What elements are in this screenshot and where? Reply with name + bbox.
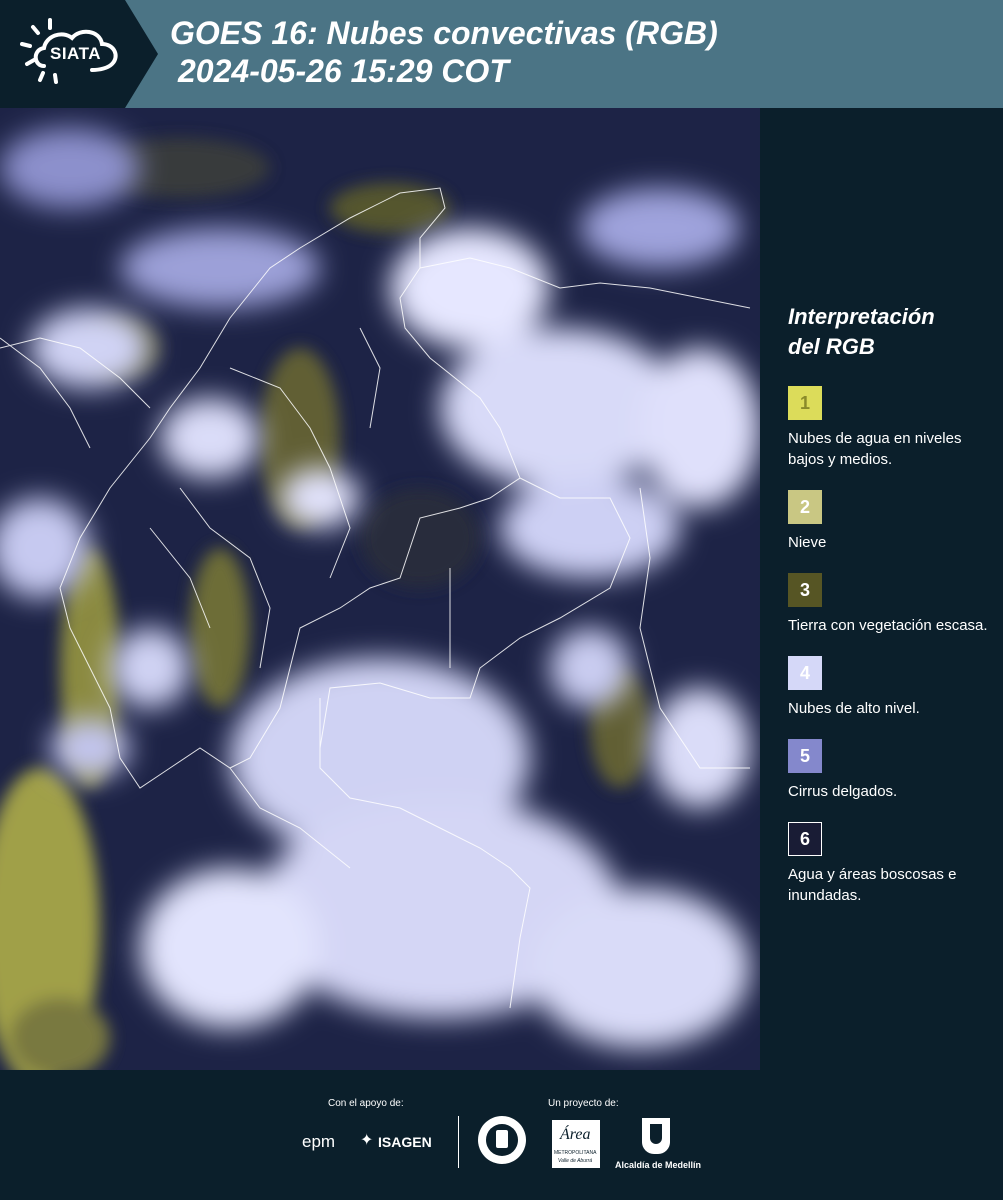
legend-item-4: 4 Nubes de alto nivel. xyxy=(788,656,988,719)
alcaldia-shield-icon xyxy=(642,1118,670,1154)
area-metropolitana-logo: Área METROPOLITANA Valle de Aburrá xyxy=(552,1120,600,1168)
satellite-map[interactable] xyxy=(0,108,762,1070)
legend-item-1: 1 Nubes de agua en niveles bajos y medio… xyxy=(788,386,988,470)
area-name: Área xyxy=(560,1126,591,1143)
legend-number-4: 4 xyxy=(799,662,810,683)
legend-label-2: Nieve xyxy=(788,534,827,551)
epm-logo: epm xyxy=(302,1132,336,1151)
legend-swatch-5: 5 xyxy=(788,739,822,773)
legend-swatch-4: 4 xyxy=(788,656,822,690)
page-datetime: 2024-05-26 15:29 COT xyxy=(178,53,509,89)
area-sub2: Valle de Aburrá xyxy=(558,1158,593,1164)
legend-title: Interpretación del RGB xyxy=(788,304,935,359)
siata-logo: SIATA xyxy=(0,0,158,108)
support-caption: Con el apoyo de: xyxy=(328,1098,404,1109)
legend-number-3: 3 xyxy=(799,579,810,600)
legend-swatch-1: 1 xyxy=(788,386,822,420)
legend-number-2: 2 xyxy=(799,496,810,517)
legend-item-3: 3 Tierra con vegetación escasa. xyxy=(788,573,988,636)
footer: Con el apoyo de: Un proyecto de: epm ✦ I… xyxy=(0,1070,1003,1200)
legend-number-5: 5 xyxy=(799,745,810,766)
footer-divider xyxy=(458,1116,459,1168)
isagen-icon: ✦ xyxy=(360,1132,374,1149)
alcaldia-label: Alcaldía de Medellín xyxy=(614,1160,702,1170)
legend-label-5: Cirrus delgados. xyxy=(788,783,898,800)
area-sub: METROPOLITANA xyxy=(554,1150,597,1156)
logo-text: SIATA xyxy=(50,44,101,63)
legend-swatch-2: 2 xyxy=(788,490,822,524)
legend-label-3: Tierra con vegetación escasa. xyxy=(788,617,988,634)
page-title: GOES 16: Nubes convectivas (RGB) xyxy=(170,15,718,51)
legend-item-5: 5 Cirrus delgados. xyxy=(788,739,988,802)
medellin-seal-icon xyxy=(478,1116,526,1164)
legend-label-4: Nubes de alto nivel. xyxy=(788,700,920,717)
legend-swatch-6: 6 xyxy=(788,822,822,856)
legend-swatch-3: 3 xyxy=(788,573,822,607)
legend-panel: Interpretación del RGB 1 Nubes de agua e… xyxy=(788,302,988,926)
legend-item-6: 6 Agua y áreas boscosas e inundadas. xyxy=(788,822,988,906)
legend-item-2: 2 Nieve xyxy=(788,490,988,553)
legend-label-1: Nubes de agua en niveles bajos y medios. xyxy=(788,430,962,468)
satellite-image xyxy=(0,108,760,1070)
legend-number-1: 1 xyxy=(799,392,810,413)
header-bar: SIATA GOES 16: Nubes convectivas (RGB) 2… xyxy=(0,0,1003,108)
isagen-logo: ISAGEN xyxy=(378,1134,432,1150)
legend-label-6: Agua y áreas boscosas e inundadas. xyxy=(788,866,957,904)
legend-number-6: 6 xyxy=(799,828,810,849)
project-caption: Un proyecto de: xyxy=(548,1098,619,1109)
